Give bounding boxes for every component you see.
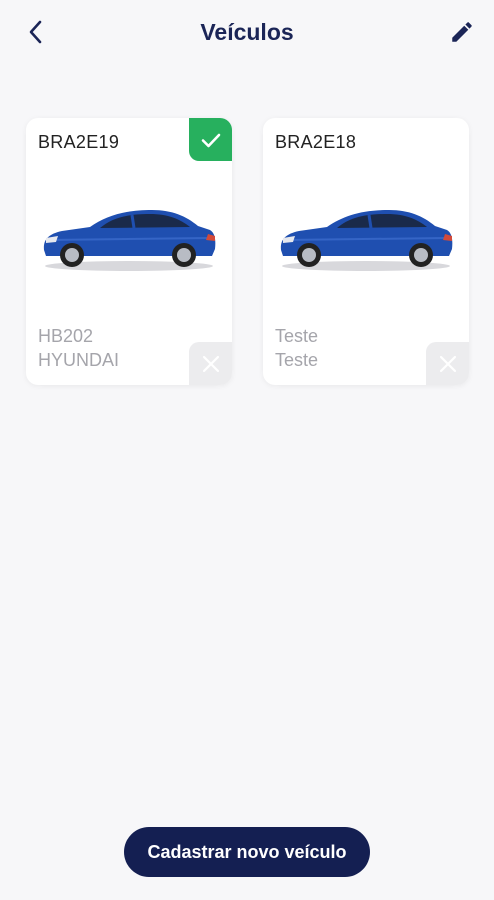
- remove-vehicle-button[interactable]: [189, 342, 232, 385]
- page-title: Veículos: [200, 19, 294, 45]
- pencil-icon: [452, 22, 472, 42]
- close-icon: [439, 355, 456, 372]
- edit-button[interactable]: [444, 14, 480, 50]
- app-header: Veículos: [0, 0, 494, 66]
- vehicle-card[interactable]: BRA2E18 Teste Teste: [263, 118, 469, 385]
- close-icon: [202, 355, 219, 372]
- register-vehicle-button[interactable]: Cadastrar novo veículo: [124, 827, 370, 877]
- vehicle-list: BRA2E19 HB202 HYUNDAI BRA2E18 Teste Test…: [26, 118, 469, 385]
- check-icon: [201, 133, 220, 147]
- selected-badge: [189, 118, 232, 161]
- vehicle-plate: BRA2E18: [275, 132, 357, 152]
- vehicle-plate: BRA2E19: [38, 132, 120, 152]
- vehicle-model: HB202: [38, 326, 94, 346]
- vehicle-card[interactable]: BRA2E19 HB202 HYUNDAI: [26, 118, 232, 385]
- vehicle-model: Teste: [275, 326, 319, 346]
- car-image: [280, 210, 453, 271]
- remove-vehicle-button[interactable]: [426, 342, 469, 385]
- vehicle-brand: Teste: [275, 350, 319, 370]
- car-image: [43, 210, 216, 271]
- vehicle-brand: HYUNDAI: [38, 350, 120, 370]
